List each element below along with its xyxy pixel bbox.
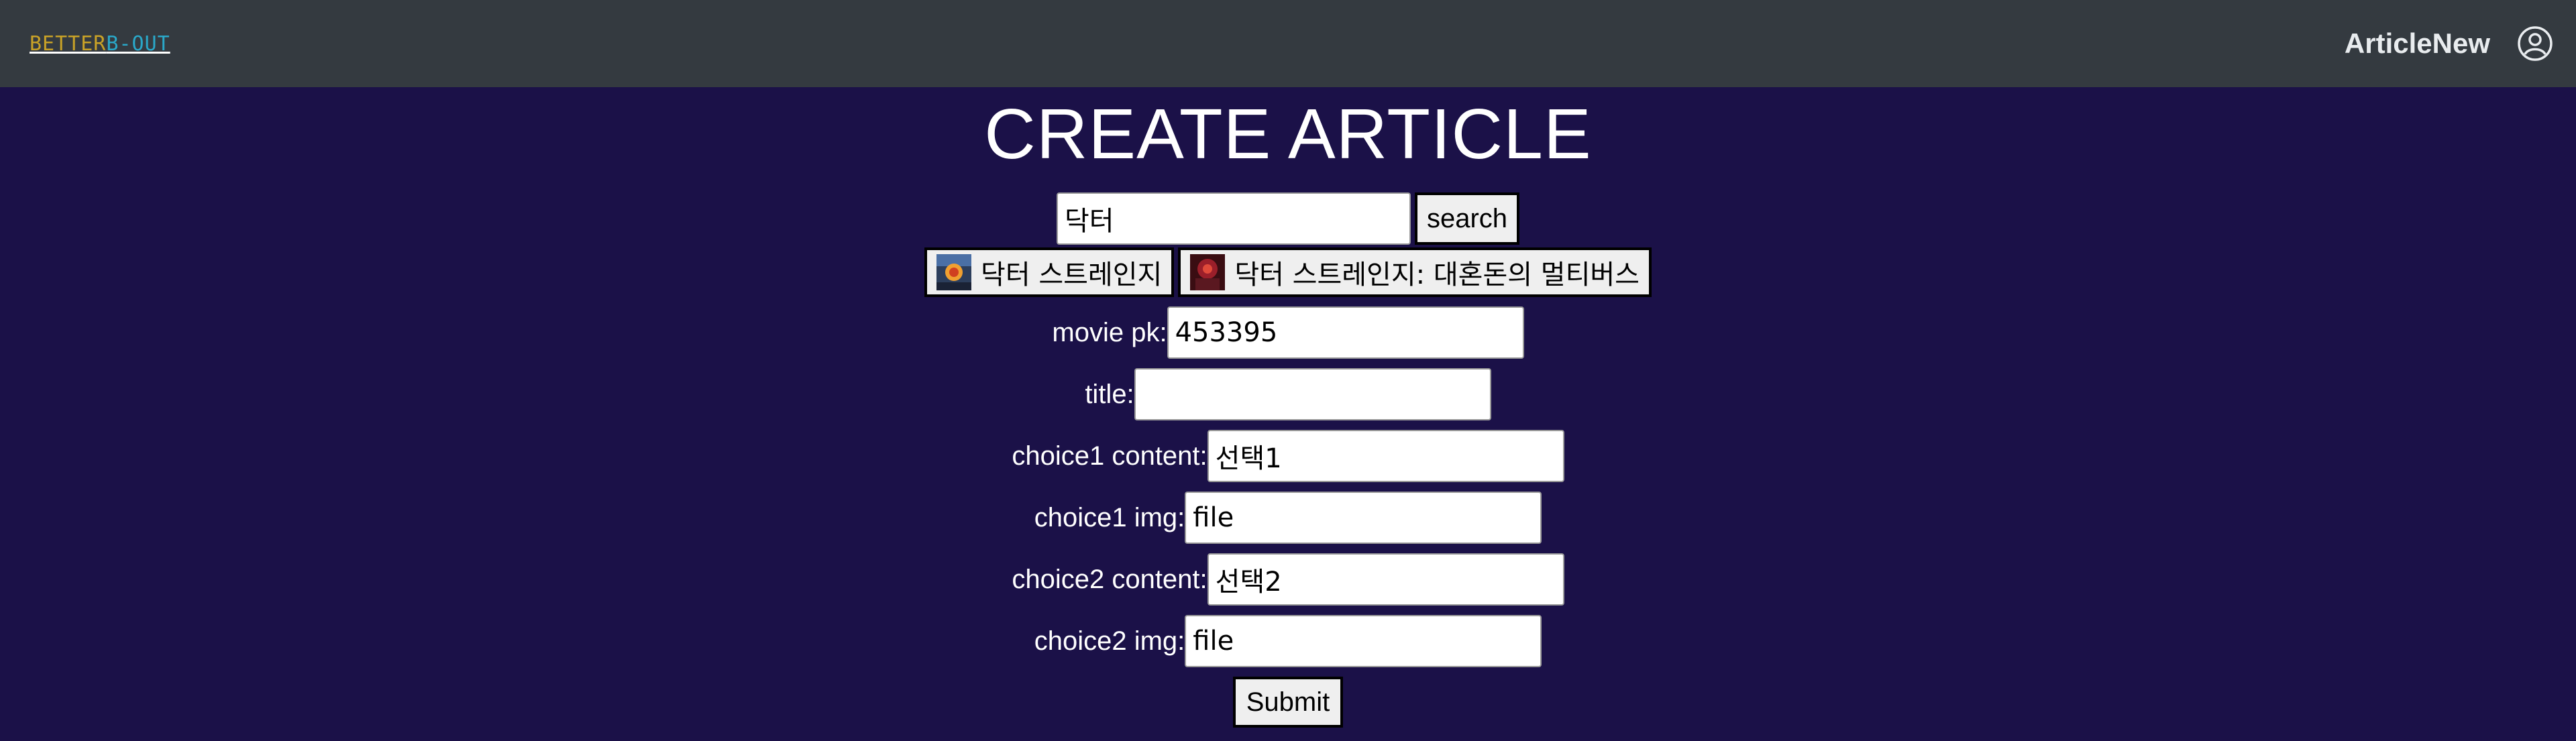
choice2-img-input[interactable] — [1185, 615, 1542, 667]
logo-link[interactable]: BETTERB-OUT — [30, 32, 170, 56]
choice2-content-row: choice2 content: — [1012, 553, 1564, 606]
choice1-img-input[interactable] — [1185, 492, 1542, 544]
submit-button[interactable]: Submit — [1232, 677, 1344, 728]
title-row: title: — [1085, 368, 1491, 420]
title-label: title: — [1085, 379, 1134, 409]
search-row: search — [1056, 192, 1520, 245]
title-input[interactable] — [1134, 368, 1491, 420]
search-result-button[interactable]: 닥터 스트레인지: 대혼돈의 멀티버스 — [1178, 247, 1652, 297]
search-button[interactable]: search — [1414, 192, 1520, 245]
search-input[interactable] — [1056, 192, 1411, 245]
search-result-button[interactable]: 닥터 스트레인지 — [924, 247, 1175, 297]
navbar: BETTERB-OUT ArticleNew — [0, 0, 2576, 87]
choice1-content-input[interactable] — [1207, 430, 1564, 482]
choice1-img-row: choice1 img: — [1034, 492, 1542, 544]
search-result-label: 닥터 스트레인지: 대혼돈의 멀티버스 — [1234, 260, 1640, 290]
choice2-img-label: choice2 img: — [1034, 626, 1185, 656]
movie-pk-label: movie pk: — [1052, 317, 1167, 347]
choice2-content-label: choice2 content: — [1012, 564, 1208, 594]
movie-poster-thumbnail — [1190, 254, 1226, 290]
choice2-content-input[interactable] — [1207, 553, 1564, 606]
main-content: CREATE ARTICLE search 닥터 스트레인지 닥터 스트레인지:… — [0, 87, 2576, 728]
logo-text-part2: B-OUT — [106, 32, 170, 56]
user-circle-icon[interactable] — [2517, 25, 2553, 62]
navbar-right: ArticleNew — [2345, 25, 2553, 62]
choice1-img-label: choice1 img: — [1034, 502, 1185, 532]
page-title: CREATE ARTICLE — [984, 95, 1592, 174]
search-result-label: 닥터 스트레인지 — [981, 260, 1163, 290]
search-results: 닥터 스트레인지 닥터 스트레인지: 대혼돈의 멀티버스 — [924, 247, 1652, 297]
movie-pk-row: movie pk: — [1052, 306, 1524, 359]
choice1-content-label: choice1 content: — [1012, 441, 1208, 471]
logo-text-part1: BETTER — [30, 32, 107, 56]
choice2-img-row: choice2 img: — [1034, 615, 1542, 667]
movie-pk-input[interactable] — [1167, 306, 1524, 359]
choice1-content-row: choice1 content: — [1012, 430, 1564, 482]
movie-poster-thumbnail — [936, 254, 972, 290]
article-new-link[interactable]: ArticleNew — [2345, 27, 2490, 60]
